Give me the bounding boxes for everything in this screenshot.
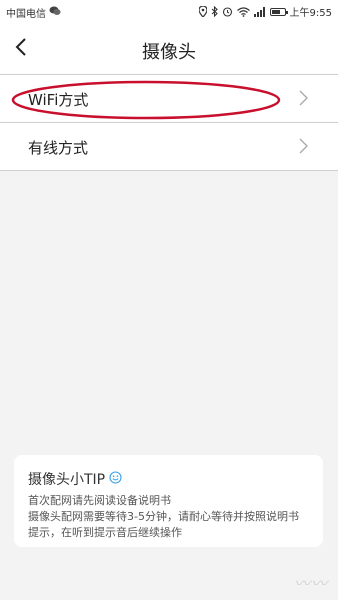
carrier-label: 中国电信 (6, 9, 46, 20)
location-icon (198, 6, 207, 17)
smiley-icon (109, 470, 122, 488)
clock-time: 上午9:55 (289, 8, 332, 19)
battery-level (271, 9, 280, 14)
status-left: 中国电信 (6, 5, 61, 20)
menu-item-wifi[interactable]: WiFi方式 (0, 74, 338, 123)
chevron-right-icon (299, 90, 308, 110)
status-bar: 中国电信 上午9:55 (0, 0, 338, 24)
tip-card: 摄像头小TIP 首次配网请先阅读设备说明书 摄像头配网需要等待3-5分钟，请耐心… (14, 455, 323, 547)
alarm-icon (222, 6, 233, 17)
menu-item-label: WiFi方式 (28, 91, 89, 109)
tip-line-1: 首次配网请先阅读设备说明书 (28, 494, 171, 507)
wifi-icon (236, 6, 250, 17)
menu-item-wired[interactable]: 有线方式 (0, 123, 338, 171)
tip-title: 摄像头小TIP (28, 472, 106, 488)
wechat-notification-icon (49, 6, 61, 19)
connection-method-list: WiFi方式 有线方式 (0, 74, 338, 171)
tip-title-row: 摄像头小TIP (28, 469, 309, 489)
nav-bar: 摄像头 (0, 24, 338, 74)
battery-icon (269, 7, 288, 16)
menu-item-label: 有线方式 (28, 139, 89, 157)
tip-line-2: 摄像头配网需要等待3-5分钟，请耐心等待并按照说明书提示，在听到提示音后继续操作 (28, 510, 299, 539)
bluetooth-icon (211, 6, 218, 17)
chevron-right-icon (299, 138, 308, 158)
page-title: 摄像头 (142, 42, 196, 63)
watermark-logo: 〰〰 (293, 574, 328, 593)
status-right: 上午9:55 (198, 4, 332, 19)
signal-icon (253, 6, 266, 17)
